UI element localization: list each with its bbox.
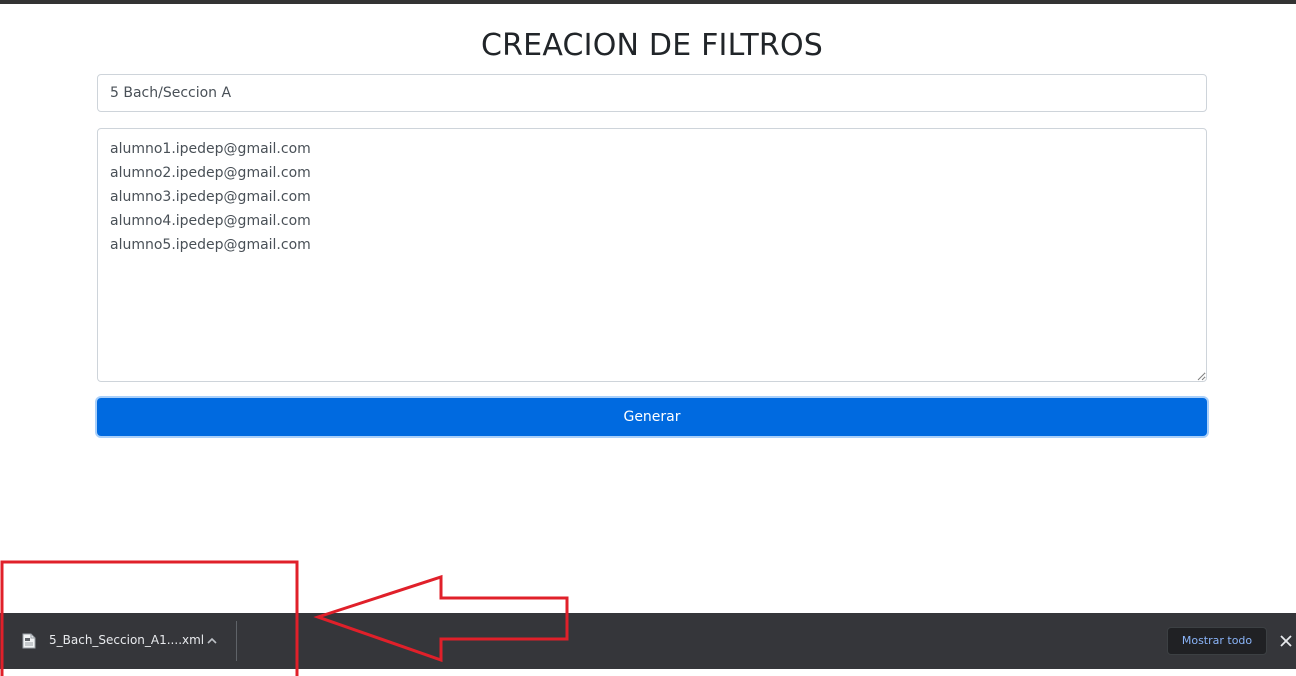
email-line: alumno4.ipedep@gmail.com — [110, 213, 311, 229]
chevron-up-icon[interactable] — [205, 634, 219, 648]
file-icon — [22, 633, 36, 649]
email-line: alumno1.ipedep@gmail.com — [110, 141, 311, 157]
top-border — [0, 0, 1296, 4]
close-icon[interactable] — [1279, 634, 1293, 648]
email-line: alumno3.ipedep@gmail.com — [110, 189, 311, 205]
show-all-button[interactable]: Mostrar todo — [1167, 627, 1267, 655]
page-title: CREACION DE FILTROS — [480, 28, 824, 63]
email-line: alumno5.ipedep@gmail.com — [110, 237, 311, 253]
filter-name-input[interactable] — [97, 74, 1207, 112]
download-bar: 5_Bach_Seccion_A1....xml Mostrar todo — [0, 613, 1296, 669]
emails-textarea[interactable]: alumno1.ipedep@gmail.com alumno2.ipedep@… — [97, 128, 1207, 382]
resize-grip-icon[interactable] — [1196, 371, 1206, 381]
generate-button[interactable]: Generar — [97, 398, 1207, 436]
download-file-name: 5_Bach_Seccion_A1....xml — [49, 633, 205, 647]
item-divider — [236, 621, 237, 661]
download-item[interactable]: 5_Bach_Seccion_A1....xml — [0, 613, 236, 669]
email-line: alumno2.ipedep@gmail.com — [110, 165, 311, 181]
